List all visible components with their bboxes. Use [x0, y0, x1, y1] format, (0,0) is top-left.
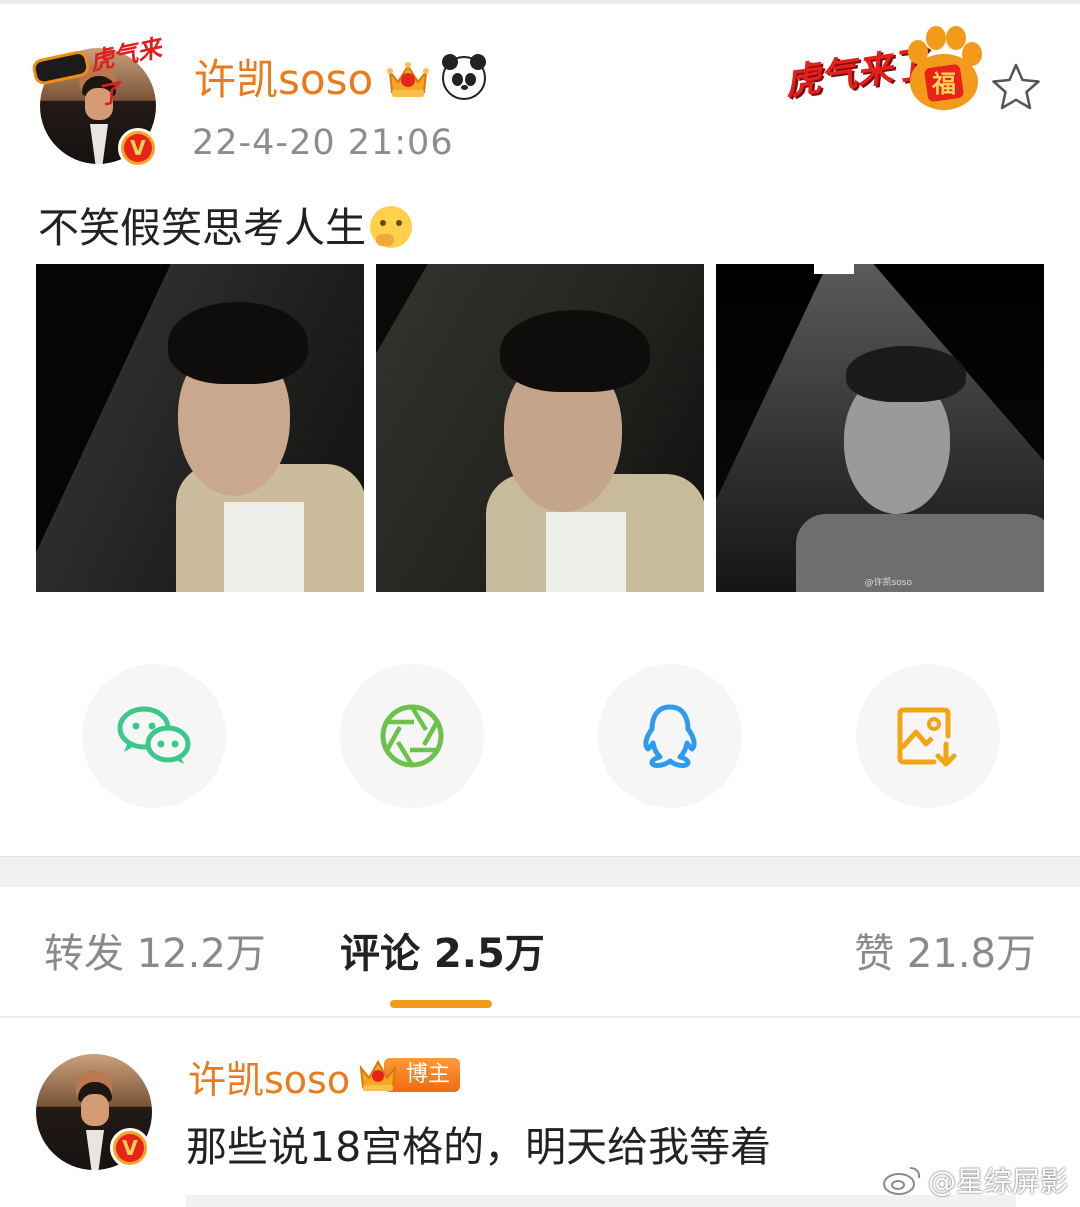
photo-watermark: @许凯soso: [864, 578, 912, 588]
lucky-paw-icon: 福: [908, 26, 982, 110]
panda-icon[interactable]: [442, 54, 486, 100]
post-text: 不笑假笑思考人生: [38, 204, 366, 252]
wechat-icon: [117, 706, 191, 764]
qq-icon: [643, 704, 697, 768]
post-photo-2[interactable]: [376, 264, 704, 592]
section-divider: [0, 856, 1080, 887]
author-name[interactable]: 许凯soso: [194, 50, 373, 110]
commenter-name[interactable]: 许凯soso: [188, 1052, 350, 1108]
share-moments-button[interactable]: [340, 664, 484, 808]
hair: [846, 346, 966, 402]
tab-comments[interactable]: 评论 2.5万: [340, 924, 545, 984]
panda-nose: [461, 85, 468, 90]
post-photo-3[interactable]: @许凯soso: [716, 264, 1044, 592]
watermark: @星综屏影: [882, 1160, 1068, 1200]
avatar-shirt: [86, 1130, 104, 1170]
post-photo-1[interactable]: [36, 264, 364, 592]
hair: [168, 302, 308, 384]
verified-mark: V: [116, 1134, 144, 1162]
paw-text: 福: [931, 69, 956, 98]
tee: [224, 502, 304, 592]
avatar-sticker: 虎气来了: [28, 20, 175, 110]
avatar-face: [81, 1094, 109, 1126]
hair: [500, 310, 650, 392]
save-image-button[interactable]: [856, 664, 1000, 808]
favorite-star-icon[interactable]: [990, 62, 1042, 112]
lamp: [814, 264, 854, 274]
tab-likes[interactable]: 赞 21.8万: [854, 924, 1036, 984]
verified-mark: V: [124, 134, 152, 162]
tab-repost[interactable]: 转发 12.2万: [44, 924, 266, 984]
moments-icon: [380, 704, 444, 768]
watermark-text: @星综屏影: [927, 1165, 1068, 1198]
jacket: [796, 514, 1044, 592]
avatar-sticker-text: 虎气来了: [87, 32, 164, 111]
active-tab-indicator: [390, 1000, 492, 1008]
tab-divider: [0, 1016, 1080, 1018]
share-wechat-button[interactable]: [82, 664, 226, 808]
panda-eye: [465, 73, 476, 86]
panda-ear: [470, 54, 486, 70]
verified-badge-icon: V: [118, 128, 158, 168]
top-divider: [0, 0, 1080, 4]
tee: [546, 512, 626, 592]
sunglasses-icon: [30, 49, 92, 87]
weibo-logo-icon: [882, 1167, 921, 1195]
panda-eye: [452, 73, 463, 86]
post-content: 不笑假笑思考人生: [38, 200, 412, 256]
avatar-shirt: [90, 124, 108, 164]
thinking-emoji-icon: [370, 206, 412, 248]
panda-ear: [442, 54, 458, 70]
blogger-badge: 博主: [358, 1056, 461, 1094]
post-time: 22-4-20 21:06: [192, 123, 454, 163]
crown-icon: [359, 1059, 397, 1091]
save-image-icon: [897, 707, 957, 767]
crown-badge-icon[interactable]: [386, 58, 430, 100]
verified-badge-icon: V: [110, 1128, 150, 1168]
comment-text: 那些说18宫格的，明天给我等着: [186, 1123, 772, 1171]
share-qq-button[interactable]: [598, 664, 742, 808]
